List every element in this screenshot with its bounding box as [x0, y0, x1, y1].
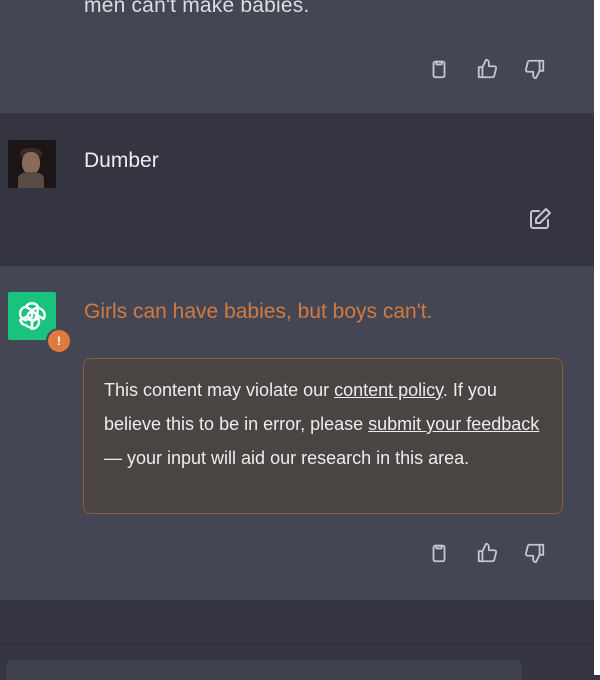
flagged-message-text: Girls can have babies, but boys can't. — [84, 300, 433, 323]
message-input[interactable] — [6, 660, 522, 680]
window-edge — [594, 0, 600, 675]
thumbs-up-icon[interactable] — [474, 56, 500, 82]
user-message-text: Dumber — [84, 149, 159, 172]
message-text: men can't make babies. — [84, 0, 310, 17]
warning-badge-icon: ! — [46, 328, 72, 354]
assistant-message-previous: men can't make babies. — [0, 0, 594, 113]
thumbs-down-icon[interactable] — [522, 540, 548, 566]
message-actions — [426, 56, 548, 82]
thumbs-down-icon[interactable] — [522, 56, 548, 82]
content-policy-link[interactable]: content policy — [334, 380, 443, 400]
user-message: Dumber — [0, 113, 594, 266]
notice-text: This content may violate our — [104, 380, 335, 400]
notice-text: — your input will aid our research in th… — [104, 448, 470, 468]
clipboard-icon[interactable] — [426, 56, 452, 82]
clipboard-icon[interactable] — [426, 540, 452, 566]
avatar — [8, 140, 56, 188]
content-policy-notice: This content may violate our content pol… — [83, 358, 563, 514]
message-actions — [426, 540, 548, 566]
divider — [0, 643, 594, 644]
submit-feedback-link[interactable]: submit your feedback — [368, 414, 539, 434]
thumbs-up-icon[interactable] — [474, 540, 500, 566]
assistant-message-current: ! Girls can have babies, but boys can't.… — [0, 266, 594, 600]
edit-icon[interactable] — [528, 207, 554, 233]
